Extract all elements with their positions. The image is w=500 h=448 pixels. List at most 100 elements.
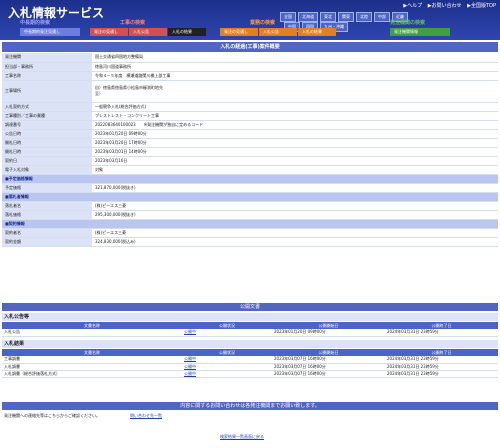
doc-name: 入札調書	[2, 363, 182, 371]
help-link[interactable]: ▶ヘルプ	[403, 3, 422, 9]
doc-status-link[interactable]: 公開中	[184, 329, 196, 334]
doc-end: 2024年03月31日 23時59分	[385, 363, 498, 371]
back-to-results-link[interactable]: 検索結果一覧画面に戻る	[220, 434, 264, 440]
doc-name: 工事調書	[2, 356, 182, 364]
tab-service-outlook[interactable]: 発注の見通し	[220, 28, 258, 36]
table-row: 工事名称 令和４−５年度 横瀬道路関川橋上部工事	[2, 71, 498, 81]
row-label: 契約金額	[2, 237, 92, 247]
table-row: 契約日 2023年03月16日	[2, 156, 498, 166]
tab-construction-result[interactable]: 入札の結果	[168, 28, 206, 36]
table-row: 電子入札対象 対象	[2, 165, 498, 175]
doc-start: 2023年03月07日 16時00分	[272, 363, 385, 371]
table-row: 入札調書（総合評価落札方式） 公開中 2023年03月07日 16時00分 20…	[2, 370, 498, 378]
top-links: ▶ヘルプ ▶お問い合わせ ▶全国版TOP	[399, 2, 496, 9]
construction-tabs: 発注の見通し 入札公告 入札の結果	[90, 28, 206, 36]
table-row: 入札調書 公開中 2023年03月07日 16時00分 2024年03月31日 …	[2, 363, 498, 371]
row-label: 落札者名	[2, 201, 92, 211]
row-label: 落札価格	[2, 210, 92, 220]
result-section-title: 入札結果	[2, 340, 498, 348]
col-header: 公開状況	[182, 322, 272, 329]
agency-tabs: 発注機関情報	[390, 28, 450, 36]
table-row: 落札価格 295,300,000(税抜き)	[2, 210, 498, 220]
row-label: 公告日時	[2, 129, 92, 139]
table-header-row: 文書名称 公開状況 公開開始日 公開終了日	[2, 322, 498, 329]
announce-docs-table: 文書名称 公開状況 公開開始日 公開終了日 入札公告 公開中 2023年01月2…	[2, 322, 498, 337]
table-row: 契約者名 (株)ピーエス三菱	[2, 228, 498, 238]
tab-service-announce[interactable]: 入札公告	[259, 28, 297, 36]
col-header: 公開状況	[182, 349, 272, 356]
doc-status-link[interactable]: 公開中	[184, 364, 196, 369]
table-row: 担当部・事務所 徳島河川国道事務所	[2, 62, 498, 72]
row-value: 対象	[92, 165, 498, 175]
col-header: 公開終了日	[385, 349, 498, 356]
table-row: 入札公告 公開中 2023年01月20日 09時00分 2024年03月31日 …	[2, 329, 498, 337]
region-button[interactable]: 北陸	[356, 12, 372, 22]
doc-status-cell: 公開中	[182, 370, 272, 378]
table-row: 工事種別／工事の業種 プレストレスト・コンクリート工事	[2, 111, 498, 121]
section-title: ■落札者情報	[2, 192, 498, 202]
tab-construction-outlook[interactable]: 発注の見通し	[90, 28, 128, 36]
tab-construction-announce[interactable]: 入札公告	[129, 28, 167, 36]
row-value: 令和４−５年度 横瀬道路関川橋上部工事	[92, 71, 498, 81]
table-row: 契約金額 324,830,000(税込み)	[2, 237, 498, 247]
table-row: 工事場所 自）徳島県徳島県小松島市櫛渕町地先 至）	[2, 80, 498, 103]
row-value: 321,870,000(税抜き)	[92, 183, 498, 193]
doc-status-cell: 公開中	[182, 329, 272, 337]
tab-agency-info[interactable]: 発注機関情報	[390, 28, 450, 36]
project-summary-table: 発注機関 国土交通省四国地方整備局 担当部・事務所 徳島河川国道事務所 工事名称 令和…	[2, 53, 498, 247]
contact-top-link[interactable]: ▶お問い合わせ	[428, 3, 462, 9]
table-row: 調達番号 2022083640100023 ※発注機関が独自に定めるコード	[2, 120, 498, 130]
row-value: 2023年03月20日 17時00分	[92, 138, 498, 148]
category-agency: 発注機関の検索	[390, 20, 426, 26]
category-longterm: 中長期的検索	[20, 20, 51, 26]
result-docs-table: 文書名称 公開状況 公開開始日 公開終了日 工事調書 公開中 2023年03月0…	[2, 349, 498, 378]
doc-end: 2024年03月31日 23時59分	[385, 329, 498, 337]
tab-longterm-outlook[interactable]: 中長期的発注見通し	[20, 28, 80, 36]
section-title: ■契約情報	[2, 219, 498, 229]
col-header: 文書名称	[2, 322, 182, 329]
row-value: 自）徳島県徳島県小松島市櫛渕町地先 至）	[92, 80, 498, 103]
table-row: 工事調書 公開中 2023年03月07日 16時00分 2024年03月31日 …	[2, 356, 498, 364]
page-title: 入札の経過(工事)案件概要	[2, 42, 498, 52]
row-value: 国土交通省四国地方整備局	[92, 53, 498, 63]
doc-start: 2023年01月20日 09時00分	[272, 329, 385, 337]
row-label: 入札契約方式	[2, 102, 92, 112]
row-label: 開札日時	[2, 138, 92, 148]
row-value: (株)ピーエス三菱	[92, 201, 498, 211]
row-value: 324,830,000(税込み)	[92, 237, 498, 247]
row-value: 一般競争入札(総合評価方式)	[92, 102, 498, 112]
contact-list-link[interactable]: 問い合わせ先一覧	[130, 413, 162, 419]
row-label: 調達番号	[2, 120, 92, 130]
row-label: 工事名称	[2, 71, 92, 81]
region-button[interactable]: 東北	[320, 12, 336, 22]
section-header: ■落札者情報	[2, 192, 498, 202]
col-header: 文書名称	[2, 349, 182, 356]
row-value: 295,300,000(税抜き)	[92, 210, 498, 220]
row-label: 電子入札対象	[2, 165, 92, 175]
table-row: 開札日時 2023年03月01日 14時00分	[2, 147, 498, 157]
row-label: 予定価格	[2, 183, 92, 193]
tab-service-result[interactable]: 入札の結果	[298, 28, 336, 36]
col-header: 公開開始日	[272, 349, 385, 356]
row-value: 徳島河川国道事務所	[92, 62, 498, 72]
region-button[interactable]: 北海道	[298, 12, 318, 22]
row-value: プレストレスト・コンクリート工事	[92, 111, 498, 121]
category-service: 業務の検索	[250, 20, 276, 26]
doc-status-cell: 公開中	[182, 356, 272, 364]
section-header: ■予定価格情報	[2, 174, 498, 184]
contact-text: 発注機関への連絡先等はこちらからご確認ください。	[4, 413, 100, 418]
doc-status-link[interactable]: 公開中	[184, 356, 196, 361]
region-button[interactable]: 関東	[338, 12, 354, 22]
table-row: 開札日時 2023年03月20日 17時00分	[2, 138, 498, 148]
row-label: 開札日時	[2, 147, 92, 157]
national-top-link[interactable]: ▶全国版TOP	[467, 3, 496, 9]
region-button[interactable]: 全国	[280, 12, 296, 22]
row-label: 契約者名	[2, 228, 92, 238]
table-row: 発注機関 国土交通省四国地方整備局	[2, 53, 498, 63]
col-header: 公開終了日	[385, 322, 498, 329]
region-button[interactable]: 中部	[374, 12, 390, 22]
announce-section-title: 入札公告等	[2, 313, 498, 321]
row-label: 担当部・事務所	[2, 62, 92, 72]
doc-status-link[interactable]: 公開中	[184, 371, 196, 376]
doc-name: 入札調書（総合評価落札方式）	[2, 370, 182, 378]
